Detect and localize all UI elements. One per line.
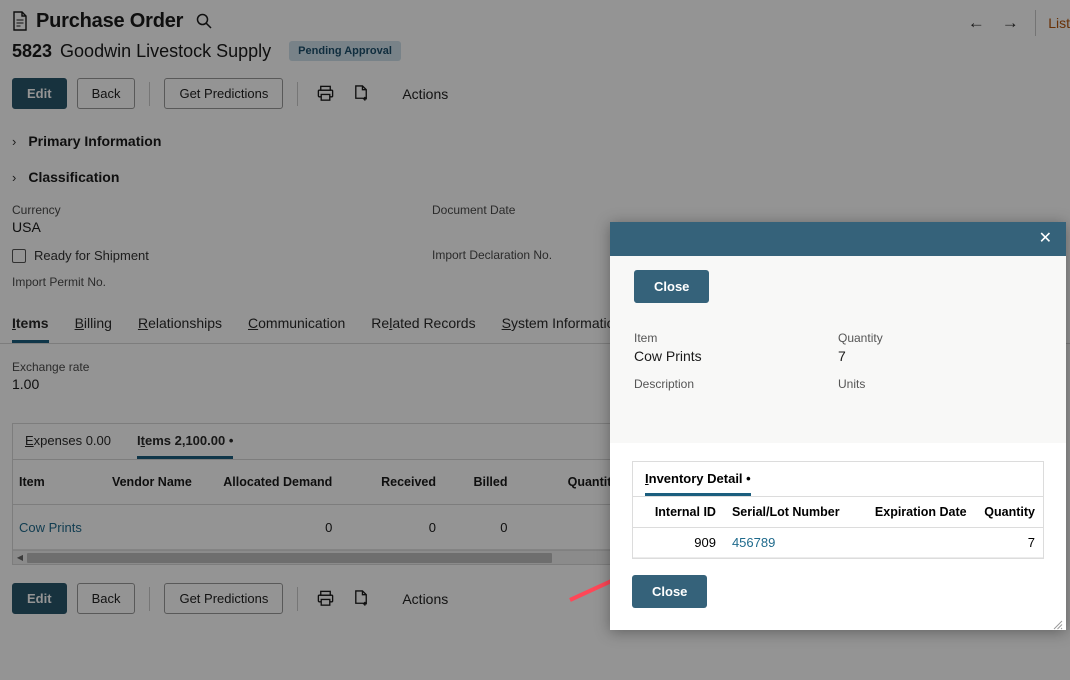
inventory-tab-bar: Inventory Detail • [633, 462, 1043, 497]
table-row: 909 456789 7 [633, 527, 1043, 558]
modal-quantity-value: 7 [838, 348, 846, 364]
modal-description-value [634, 394, 838, 411]
modal-description-label: Description [634, 377, 695, 391]
modal-units-label: Units [838, 377, 866, 391]
inventory-table-header-row: Internal ID Serial/Lot Number Expiration… [633, 497, 1043, 528]
modal-quantity-label: Quantity [838, 331, 883, 345]
modal-item-label: Item [634, 331, 658, 345]
tab-inventory-detail[interactable]: Inventory Detail • [645, 462, 751, 496]
cell-inv-quantity: 7 [976, 527, 1043, 558]
modal-units-value [838, 394, 1042, 411]
modal-item-value: Cow Prints [634, 348, 702, 364]
inventory-detail-table: Internal ID Serial/Lot Number Expiration… [633, 497, 1043, 558]
col-inv-quantity: Quantity [976, 497, 1043, 528]
modal-field-column-right: Quantity 7 Units [838, 331, 1042, 423]
modal-inventory-section: Inventory Detail • Internal ID Serial/Lo… [610, 443, 1066, 559]
cell-serial-lot-number: 456789 [723, 527, 867, 558]
inventory-detail-panel: Inventory Detail • Internal ID Serial/Lo… [632, 461, 1044, 559]
modal-close-button-top[interactable]: Close [634, 270, 710, 303]
serial-lot-link[interactable]: 456789 [732, 535, 775, 550]
modal-close-button-bottom[interactable]: Close [632, 575, 708, 608]
modal-body: Close Item Cow Prints Description Quanti… [610, 256, 1066, 630]
modal-top-section: Close Item Cow Prints Description Quanti… [610, 256, 1066, 443]
col-internal-id: Internal ID [633, 497, 724, 528]
modal-field-grid: Item Cow Prints Description Quantity 7 U… [634, 331, 1042, 423]
col-serial-lot-number: Serial/Lot Number [723, 497, 867, 528]
modal-header: ✕ [610, 222, 1066, 256]
close-icon[interactable]: ✕ [1039, 231, 1052, 247]
modal-bottom-section: Close [610, 559, 1066, 608]
cell-internal-id: 909 [633, 527, 724, 558]
resize-grip-icon[interactable] [1053, 617, 1063, 630]
inventory-detail-modal: ✕ Close Item Cow Prints Description Quan… [610, 222, 1066, 630]
cell-expiration-date [866, 527, 977, 558]
col-expiration-date: Expiration Date [866, 497, 977, 528]
modal-field-column-left: Item Cow Prints Description [634, 331, 838, 423]
